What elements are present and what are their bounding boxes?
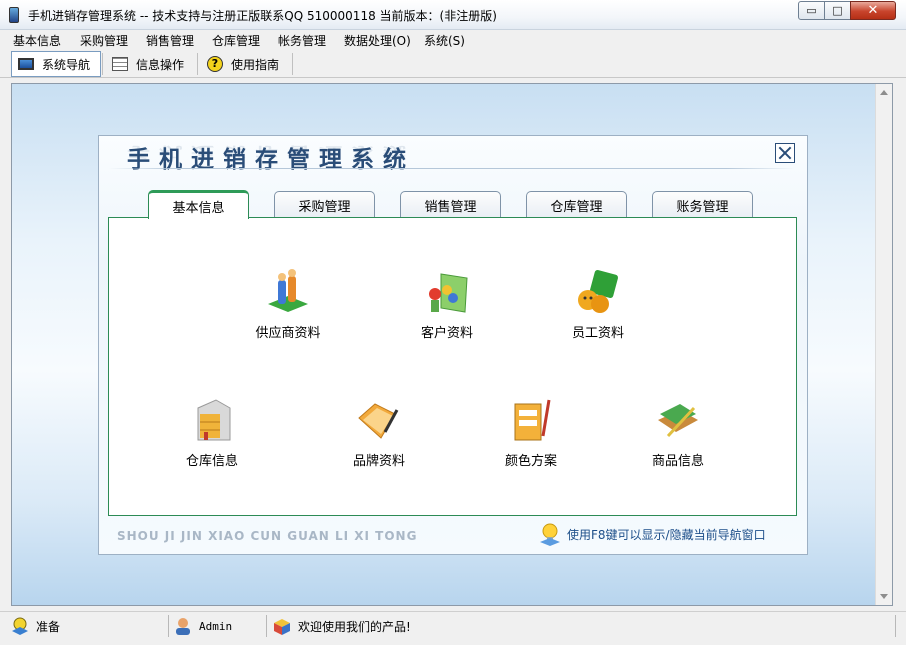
title-bar: 手机进销存管理系统 -- 技术支持与注册正版联系QQ 510000118 当前版…: [0, 0, 906, 30]
customer-icon: [423, 268, 471, 318]
tab-sales[interactable]: 销售管理: [400, 191, 501, 218]
status-ready: 准备: [10, 615, 168, 637]
status-welcome-text: 欢迎使用我们的产品!: [298, 619, 411, 634]
lightbulb-icon: [539, 522, 561, 546]
toolbar-separator: [292, 53, 293, 75]
supplier-icon: [264, 268, 312, 318]
folder-icon: [355, 396, 403, 446]
status-welcome: 欢迎使用我们的产品!: [272, 615, 572, 637]
help-icon: ?: [207, 56, 223, 72]
menu-purchase[interactable]: 采购管理: [80, 32, 128, 49]
status-separator: [168, 615, 169, 637]
info-ops-label: 信息操作: [136, 57, 185, 72]
warehouse-info-item[interactable]: 仓库信息: [157, 396, 267, 476]
panel-close-icon[interactable]: [775, 143, 795, 163]
tab-purchase[interactable]: 采购管理: [274, 191, 375, 218]
vertical-scrollbar[interactable]: [875, 84, 892, 605]
status-user: Admin: [173, 615, 265, 637]
status-separator: [266, 615, 267, 637]
close-button[interactable]: ✕: [850, 1, 896, 20]
f8-tip-text: 使用F8键可以显示/隐藏当前导航窗口: [567, 527, 766, 542]
maximize-button[interactable]: □: [824, 1, 851, 20]
user-guide-label: 使用指南: [231, 57, 280, 72]
navigation-panel: 手机进销存管理系统 手机进销存管理系统 基本信息 采购管理 销售管理 仓库管理 …: [98, 135, 808, 555]
grid-icon: [112, 57, 128, 71]
status-user-text: Admin: [199, 619, 233, 633]
color-scheme-item[interactable]: 颜色方案: [476, 396, 586, 476]
user-guide-button[interactable]: ? 使用指南: [204, 51, 290, 77]
menu-sales[interactable]: 销售管理: [146, 32, 194, 49]
monitor-icon: [18, 58, 34, 70]
tab-basic-info[interactable]: 基本信息: [148, 190, 249, 219]
status-bar: 准备 Admin 欢迎使用我们的产品!: [0, 611, 906, 645]
mdi-client-area: 手机进销存管理系统 手机进销存管理系统 基本信息 采购管理 销售管理 仓库管理 …: [11, 83, 893, 606]
menu-accounts[interactable]: 帐务管理: [278, 32, 326, 49]
warehouse-icon: [188, 396, 236, 446]
supplier-info-item[interactable]: 供应商资料: [233, 268, 343, 348]
brand-info-item[interactable]: 品牌资料: [324, 396, 434, 476]
product-info-label: 商品信息: [651, 454, 704, 469]
status-ready-text: 准备: [36, 619, 61, 634]
app-icon: [9, 7, 19, 23]
pinyin-watermark: SHOU JI JIN XIAO CUN GUAN LI XI TONG: [117, 529, 418, 543]
employee-icon: [574, 268, 622, 318]
employee-info-label: 员工资料: [571, 326, 624, 341]
brand-info-label: 品牌资料: [352, 454, 405, 469]
tab-content: 供应商资料 客户资料 员工资料 仓库信息 品牌资料 颜色方案 商品信息: [108, 217, 797, 516]
user-icon: [173, 617, 193, 635]
info-ops-button[interactable]: 信息操作: [108, 51, 194, 77]
menu-warehouse[interactable]: 仓库管理: [212, 32, 260, 49]
status-separator: [895, 615, 896, 637]
toolbar: 系统导航 信息操作 ? 使用指南: [0, 50, 906, 78]
f8-tip: 使用F8键可以显示/隐藏当前导航窗口: [539, 522, 766, 546]
customer-info-item[interactable]: 客户资料: [392, 268, 502, 348]
color-scheme-label: 颜色方案: [504, 454, 557, 469]
system-nav-button[interactable]: 系统导航: [11, 51, 101, 77]
product-icon: [654, 396, 702, 446]
minimize-button[interactable]: ▭: [798, 1, 825, 20]
supplier-info-label: 供应商资料: [255, 326, 321, 341]
menu-basic-info[interactable]: 基本信息: [13, 32, 61, 49]
scroll-down-icon[interactable]: [880, 594, 888, 599]
employee-info-item[interactable]: 员工资料: [543, 268, 653, 348]
tab-accounts[interactable]: 账务管理: [652, 191, 753, 218]
menu-bar: 基本信息 采购管理 销售管理 仓库管理 帐务管理 数据处理(O) 系统(S): [0, 30, 906, 50]
window-title: 手机进销存管理系统 -- 技术支持与注册正版联系QQ 510000118 当前版…: [28, 9, 497, 23]
menu-system[interactable]: 系统(S): [424, 32, 465, 49]
toolbar-separator: [197, 53, 198, 75]
package-icon: [272, 617, 292, 635]
tab-warehouse[interactable]: 仓库管理: [526, 191, 627, 218]
panel-divider: [109, 168, 795, 169]
ready-icon: [10, 617, 30, 635]
panel-title-reflection: 手机进销存管理系统: [127, 143, 415, 160]
scroll-up-icon[interactable]: [880, 90, 888, 95]
customer-info-label: 客户资料: [420, 326, 473, 341]
color-scheme-icon: [507, 396, 555, 446]
toolbar-separator: [102, 53, 103, 75]
menu-data-processing[interactable]: 数据处理(O): [344, 32, 411, 49]
product-info-item[interactable]: 商品信息: [623, 396, 733, 476]
system-nav-label: 系统导航: [42, 57, 91, 72]
warehouse-info-label: 仓库信息: [185, 454, 238, 469]
